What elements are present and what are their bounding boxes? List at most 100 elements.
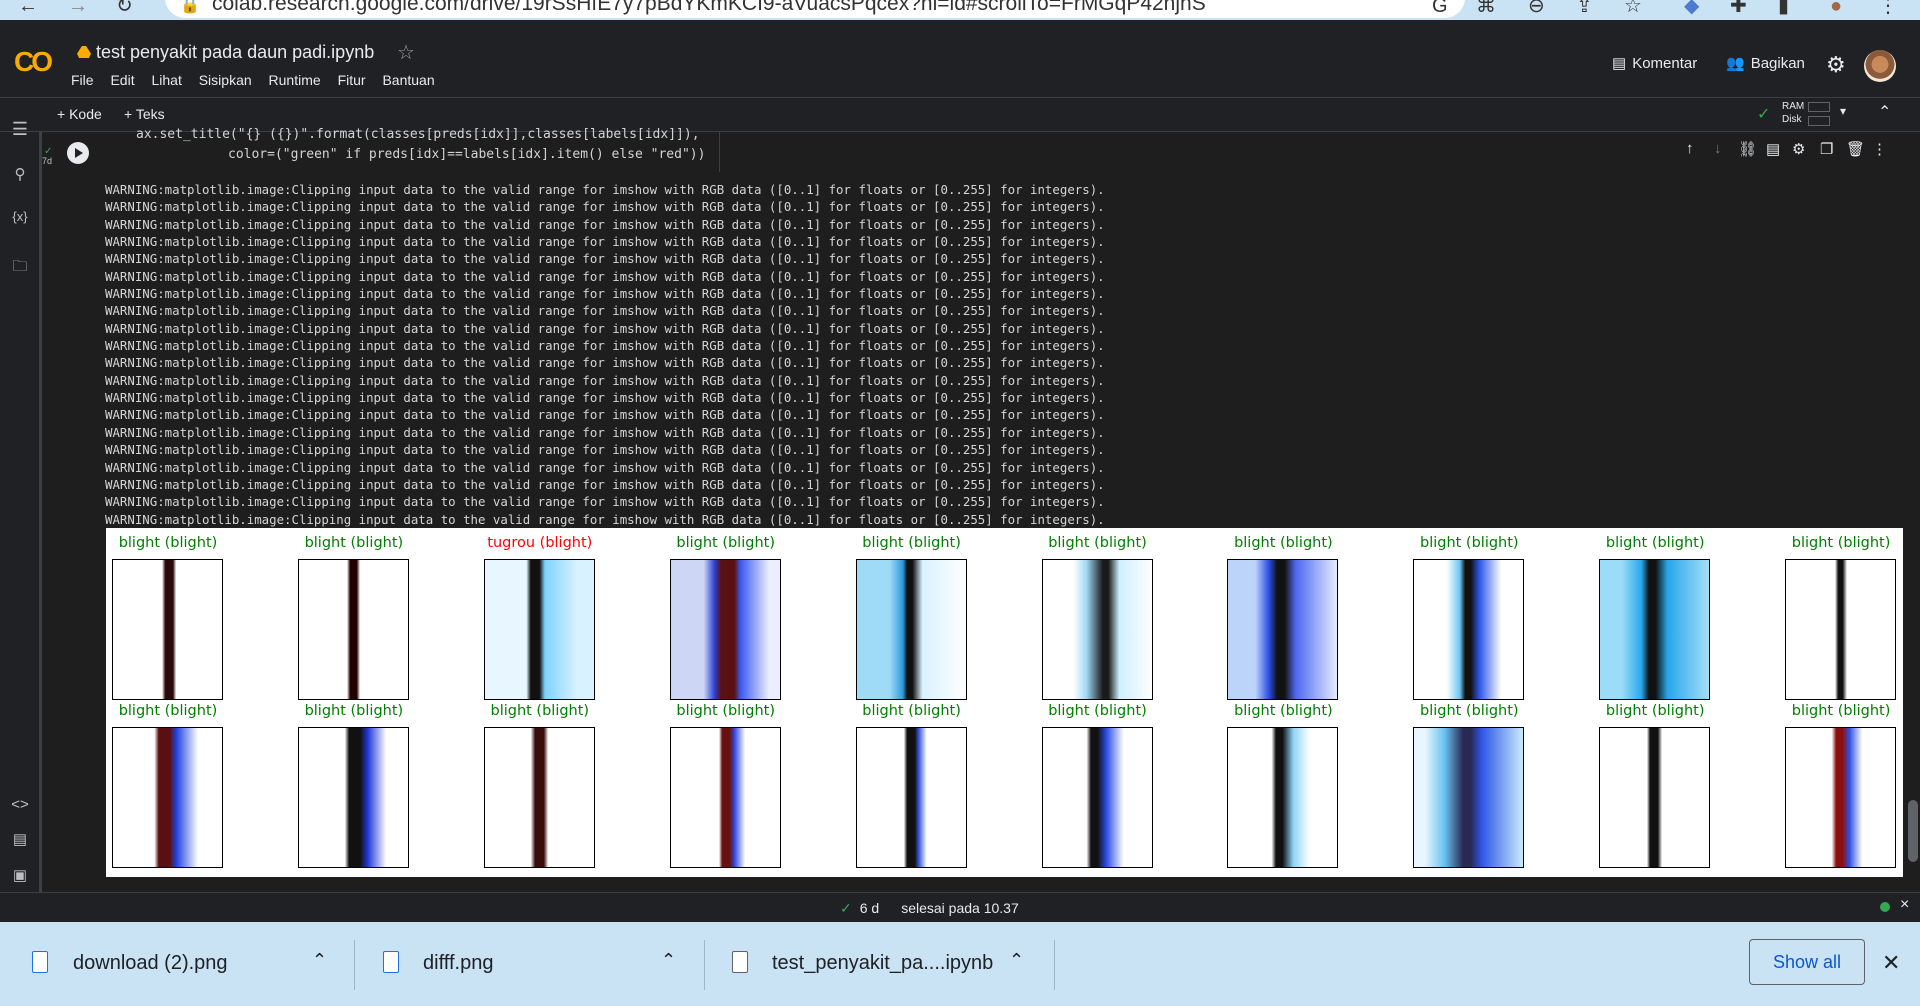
leaf-image <box>669 727 781 868</box>
left-sidebar: ☰ ⚲ {x} 🗀 <> ▤ ▣ <box>0 119 40 922</box>
subplot-title: blight (blight) <box>1048 703 1147 719</box>
terminal-icon[interactable]: ▣ <box>9 866 31 884</box>
menu-runtime[interactable]: Runtime <box>269 72 321 88</box>
subplot-title: blight (blight) <box>862 703 961 719</box>
subplot-title: blight (blight) <box>676 703 775 719</box>
download-filename[interactable]: test_penyakit_pa....ipynb <box>772 952 993 975</box>
lock-icon[interactable]: 🔒 <box>180 0 200 19</box>
runtime-dropdown-icon[interactable]: ▾ <box>1840 104 1846 118</box>
more-options-icon[interactable]: ⋮ <box>1872 140 1887 158</box>
subplot-title: blight (blight) <box>862 535 961 551</box>
reload-icon[interactable]: ↻ <box>116 0 133 19</box>
chevron-up-icon[interactable]: ⌃ <box>312 950 327 971</box>
leaf-image <box>1599 559 1711 700</box>
leaf-image <box>483 559 595 700</box>
search-icon[interactable]: ⚲ <box>9 165 31 183</box>
menu-help[interactable]: Bantuan <box>382 72 434 88</box>
subplot-title: blight (blight) <box>1234 535 1333 551</box>
settings-gear-icon[interactable]: ⚙ <box>1826 52 1846 78</box>
code-snippets-icon[interactable]: <> <box>9 796 31 813</box>
account-avatar[interactable] <box>1864 50 1896 82</box>
translate-icon[interactable]: ⌘ <box>1476 0 1496 19</box>
connection-status-dot <box>1880 902 1890 912</box>
comment-icon: ▤ <box>1612 55 1627 72</box>
forward-icon[interactable]: → <box>68 0 88 19</box>
collapse-header-icon[interactable]: ⌃ <box>1878 102 1891 122</box>
table-of-contents-icon[interactable]: ☰ <box>9 119 31 140</box>
zoom-out-icon[interactable]: ⊖ <box>1528 0 1545 19</box>
menu-tools[interactable]: Fitur <box>338 72 366 88</box>
leaf-image <box>1041 559 1153 700</box>
disk-label: Disk <box>1782 114 1802 125</box>
star-icon[interactable]: ☆ <box>397 40 415 65</box>
leaf-image <box>297 559 409 700</box>
leaf-image <box>669 559 781 700</box>
run-cell-button[interactable] <box>67 142 89 164</box>
chevron-up-icon[interactable]: ⌃ <box>661 950 676 971</box>
share-page-icon[interactable]: ⇪ <box>1576 0 1593 19</box>
back-icon[interactable]: ← <box>18 0 38 19</box>
menu-file[interactable]: File <box>71 72 94 88</box>
profile-avatar-icon[interactable]: ● <box>1830 0 1842 19</box>
comment-cell-icon[interactable]: ▤ <box>1766 140 1780 158</box>
download-filename[interactable]: difff.png <box>423 952 493 975</box>
share-label: Bagikan <box>1750 55 1805 72</box>
leaf-image <box>1227 559 1339 700</box>
leaf-image <box>855 727 967 868</box>
google-icon[interactable]: G <box>1432 0 1448 19</box>
status-check-icon: ✓ <box>840 900 852 916</box>
people-icon: 👥 <box>1726 55 1745 72</box>
bookmark-star-icon[interactable]: ☆ <box>1624 0 1642 19</box>
comment-button[interactable]: ▤ Komentar <box>1612 54 1697 72</box>
resource-monitor[interactable]: RAM Disk <box>1782 100 1804 126</box>
leaf-image <box>1599 727 1711 868</box>
document-file-icon <box>732 951 748 973</box>
colab-logo[interactable]: CO <box>14 46 53 78</box>
show-all-button[interactable]: Show all <box>1749 939 1865 985</box>
browser-menu-icon[interactable]: ⋮ <box>1878 0 1898 19</box>
subplot-title: blight (blight) <box>1605 535 1705 551</box>
command-palette-icon[interactable]: ▤ <box>9 830 31 848</box>
code-line[interactable]: color=("green" if preds[idx]==labels[idx… <box>228 147 705 162</box>
leaf-image <box>483 727 595 868</box>
variables-icon[interactable]: {x} <box>9 209 31 224</box>
extensions-puzzle-icon[interactable]: ✚ <box>1730 0 1747 19</box>
menu-edit[interactable]: Edit <box>110 72 134 88</box>
leaf-image <box>112 727 223 868</box>
subplot-title: blight (blight) <box>304 535 404 551</box>
output-scrollbar[interactable] <box>1908 800 1918 862</box>
side-panel-icon[interactable]: ▮ <box>1778 0 1789 19</box>
url-text[interactable]: colab.research.google.com/drive/19rSsHfE… <box>212 0 1206 16</box>
link-icon[interactable]: ⛓ <box>1738 140 1757 158</box>
subplot-title: blight (blight) <box>304 703 404 719</box>
delete-icon[interactable]: 🗑 <box>1846 140 1865 158</box>
share-button[interactable]: 👥 Bagikan <box>1726 54 1805 72</box>
close-status-icon[interactable]: × <box>1900 896 1909 914</box>
add-code-button[interactable]: + Kode <box>57 106 102 122</box>
cell-settings-icon[interactable]: ⚙ <box>1792 140 1805 158</box>
execution-status[interactable]: ✓ 6 d selesai pada 10.37 <box>840 900 1019 917</box>
subplot-title: blight (blight) <box>1791 535 1891 551</box>
files-folder-icon[interactable]: 🗀 <box>9 256 31 281</box>
menu-view[interactable]: Lihat <box>151 72 181 88</box>
png-file-icon <box>383 951 399 973</box>
notebook-title[interactable]: test penyakit pada daun padi.ipynb <box>96 42 374 63</box>
move-up-icon[interactable]: ↑ <box>1686 140 1694 157</box>
subplot-title: blight (blight) <box>118 703 218 719</box>
move-down-icon[interactable]: ↓ <box>1714 140 1722 157</box>
extension-shield-icon[interactable]: ◆ <box>1684 0 1699 19</box>
browser-toolbar: ← → ↻ 🔒 colab.research.google.com/drive/… <box>0 0 1920 20</box>
close-icon[interactable]: ✕ <box>1882 950 1900 976</box>
mirror-cell-icon[interactable]: ❐ <box>1820 140 1833 158</box>
code-line[interactable]: ax.set_title("{} ({})".format(classes[pr… <box>136 127 700 142</box>
menu-bar: File Edit Lihat Sisipkan Runtime Fitur B… <box>71 72 448 88</box>
add-text-button[interactable]: + Teks <box>124 106 165 122</box>
download-item[interactable] <box>355 940 705 990</box>
chevron-up-icon[interactable]: ⌃ <box>1009 950 1024 971</box>
disk-meter <box>1808 116 1830 126</box>
cell-toolbar: ↑ ↓ ⛓ ▤ ⚙ ❐ 🗑 ⋮ <box>1682 140 1887 162</box>
download-filename[interactable]: download (2).png <box>73 952 228 975</box>
menu-insert[interactable]: Sisipkan <box>199 72 252 88</box>
subplot-title: blight (blight) <box>1419 703 1519 719</box>
leaf-image <box>1785 559 1897 700</box>
